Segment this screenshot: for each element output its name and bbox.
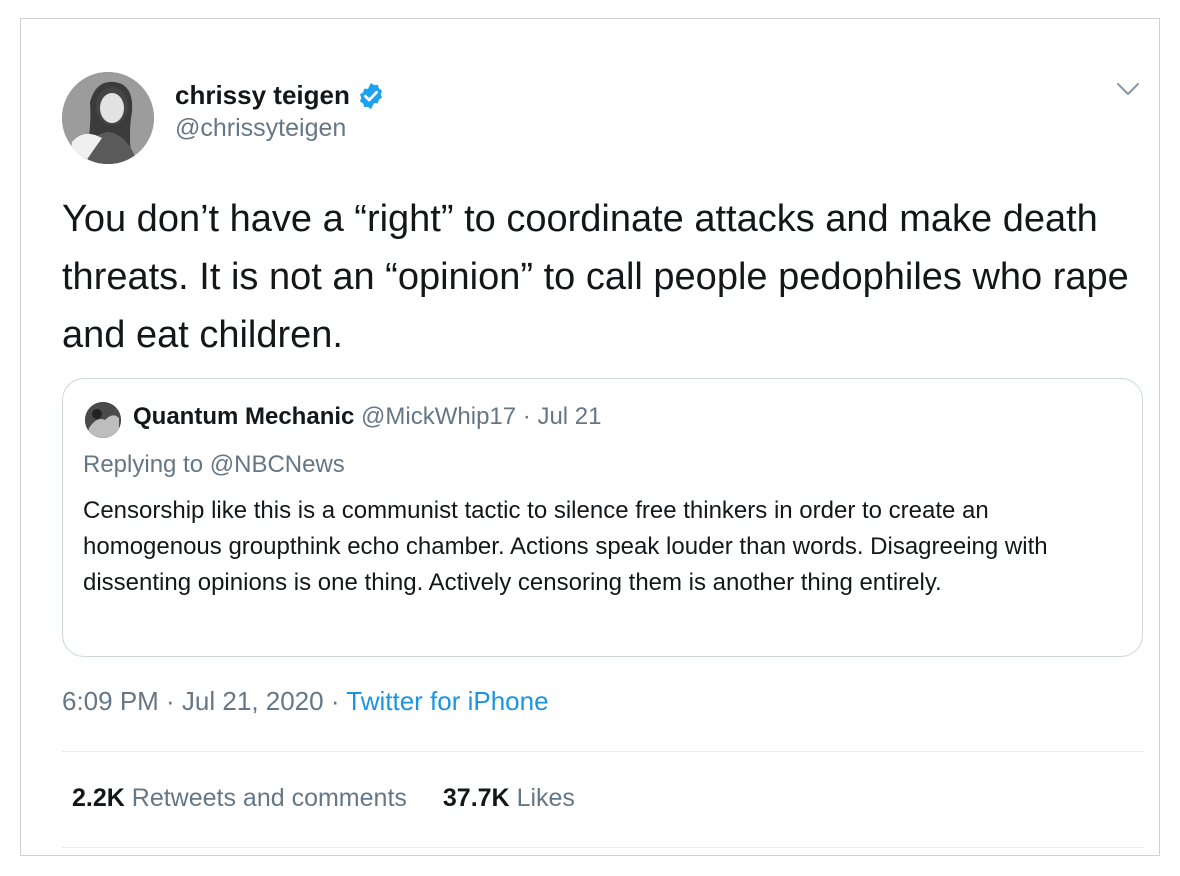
divider [62,751,1143,752]
retweets-count: 2.2K [72,784,125,812]
likes-label: Likes [516,784,575,812]
retweets-label: Retweets and comments [131,784,407,812]
replying-to: Replying to @NBCNews [83,451,345,479]
likes-stat[interactable]: 37.7K Likes [443,784,575,812]
replying-label: Replying to [83,451,210,478]
display-name[interactable]: chrissy teigen [175,80,386,111]
timestamp-text[interactable]: 6:09 PM · Jul 21, 2020 [62,686,324,716]
source-link[interactable]: Twitter for iPhone [346,686,548,716]
quoted-avatar[interactable] [85,402,121,438]
avatar[interactable] [62,72,154,164]
chevron-down-icon[interactable] [1114,78,1142,100]
retweets-stat[interactable]: 2.2K Retweets and comments [72,784,407,812]
likes-count: 37.7K [442,784,510,812]
quoted-handle[interactable]: @MickWhip17 [361,403,516,430]
engagement-stats: 2.2K Retweets and comments 37.7K Likes [72,784,575,813]
quoted-display-name[interactable]: Quantum Mechanic [133,403,354,430]
tweet-text: You don’t have a “right” to coordinate a… [62,198,1129,356]
quoted-text: Censorship like this is a communist tact… [83,497,1048,596]
user-handle[interactable]: @chrissyteigen [175,114,346,143]
verified-badge-icon [356,81,386,111]
divider [62,847,1143,848]
display-name-text[interactable]: chrissy teigen [175,80,350,111]
quoted-date: · Jul 21 [516,403,602,430]
timestamp-separator: · [323,686,347,716]
quoted-header: Quantum Mechanic @MickWhip17 · Jul 21 [133,403,601,431]
tweet-timestamp: 6:09 PM · Jul 21, 2020 · Twitter for iPh… [62,686,549,717]
replying-mention[interactable]: @NBCNews [210,451,345,478]
quoted-tweet[interactable]: Quantum Mechanic @MickWhip17 · Jul 21 Re… [62,378,1143,657]
